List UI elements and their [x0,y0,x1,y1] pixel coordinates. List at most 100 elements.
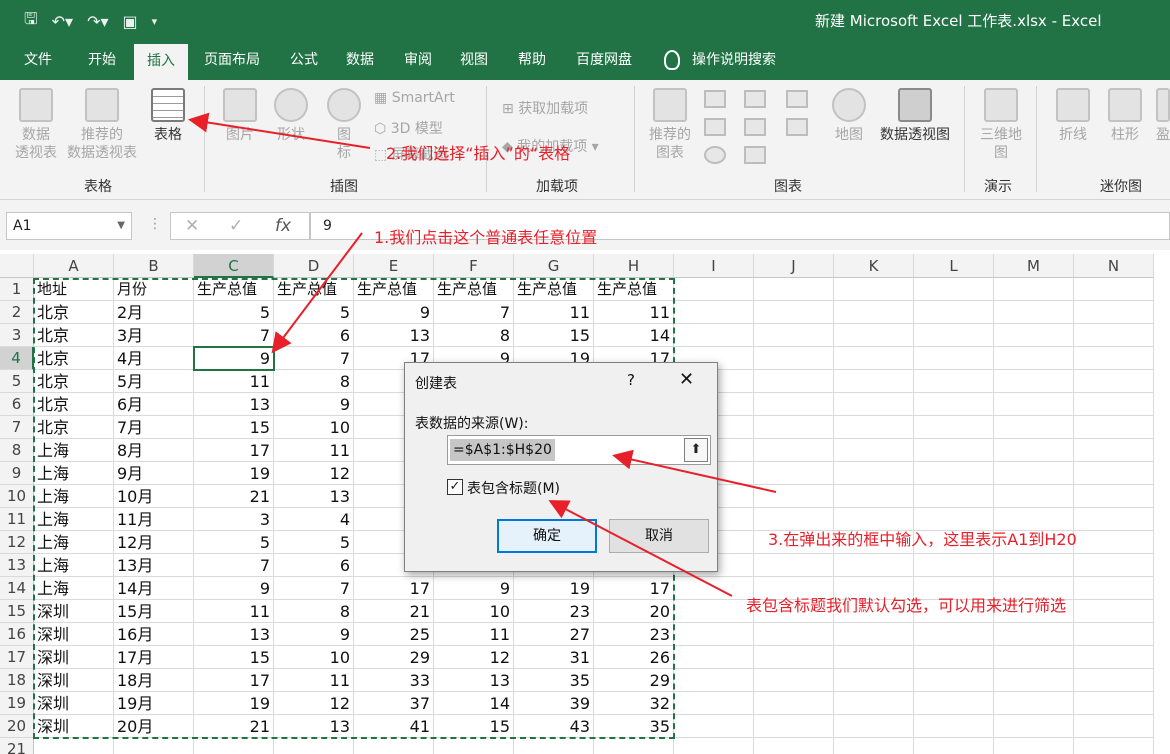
cell-n3[interactable] [1074,324,1154,347]
tab-help[interactable]: 帮助 [506,40,558,80]
cell-k17[interactable] [834,646,914,669]
cell-c8[interactable]: 17 [194,439,274,462]
cell-d15[interactable]: 8 [274,600,354,623]
camera-icon[interactable]: ▣ [123,12,138,31]
cell-h21[interactable] [594,738,674,754]
tab-formulas[interactable]: 公式 [278,40,330,80]
row-header-6[interactable]: 6 [0,393,34,416]
cell-m4[interactable] [994,347,1074,370]
cell-m19[interactable] [994,692,1074,715]
row-header-3[interactable]: 3 [0,324,34,347]
cell-d9[interactable]: 12 [274,462,354,485]
cell-j21[interactable] [754,738,834,754]
column-header-f[interactable]: F [434,254,514,278]
cell-h17[interactable]: 26 [594,646,674,669]
cell-j20[interactable] [754,715,834,738]
cell-h16[interactable]: 23 [594,623,674,646]
cell-m9[interactable] [994,462,1074,485]
row-header-5[interactable]: 5 [0,370,34,393]
cell-m16[interactable] [994,623,1074,646]
cell-a8[interactable]: 上海 [34,439,114,462]
row-header-7[interactable]: 7 [0,416,34,439]
cell-g2[interactable]: 11 [514,301,594,324]
3d-map-button[interactable]: 三维地 图 [974,88,1028,162]
sparkline-column-button[interactable]: 柱形 [1102,88,1148,144]
cell-n10[interactable] [1074,485,1154,508]
get-addins-button[interactable]: ⊞ 获取加载项 [502,98,588,118]
cell-h15[interactable]: 20 [594,600,674,623]
tab-view[interactable]: 视图 [448,40,500,80]
sparkline-line-button[interactable]: 折线 [1050,88,1096,144]
cell-m20[interactable] [994,715,1074,738]
cell-l20[interactable] [914,715,994,738]
cell-b20[interactable]: 20月 [114,715,194,738]
cell-m6[interactable] [994,393,1074,416]
undo-icon[interactable]: ↶▾ [52,12,73,31]
cell-l3[interactable] [914,324,994,347]
shapes-button[interactable]: 形状 [268,88,314,144]
row-header-4[interactable]: 4 [0,347,34,370]
cell-j7[interactable] [754,416,834,439]
cell-a14[interactable]: 上海 [34,577,114,600]
cell-n14[interactable] [1074,577,1154,600]
column-header-k[interactable]: K [834,254,914,278]
cell-n6[interactable] [1074,393,1154,416]
row-header-20[interactable]: 20 [0,715,34,738]
cell-l9[interactable] [914,462,994,485]
column-header-h[interactable]: H [594,254,674,278]
cell-m10[interactable] [994,485,1074,508]
cancel-icon[interactable]: ✕ [185,216,199,236]
cell-j18[interactable] [754,669,834,692]
cell-n5[interactable] [1074,370,1154,393]
cell-c5[interactable]: 11 [194,370,274,393]
cell-f19[interactable]: 14 [434,692,514,715]
cell-h2[interactable]: 11 [594,301,674,324]
tab-baidu-netdisk[interactable]: 百度网盘 [562,40,646,80]
cell-g15[interactable]: 23 [514,600,594,623]
cell-b17[interactable]: 17月 [114,646,194,669]
cell-l18[interactable] [914,669,994,692]
cell-c21[interactable] [194,738,274,754]
cell-l19[interactable] [914,692,994,715]
cell-d10[interactable]: 13 [274,485,354,508]
select-all-corner[interactable] [0,254,34,278]
cell-h14[interactable]: 17 [594,577,674,600]
cell-j5[interactable] [754,370,834,393]
cell-m3[interactable] [994,324,1074,347]
maps-button[interactable]: 地图 [828,88,870,144]
column-header-i[interactable]: I [674,254,754,278]
cell-m17[interactable] [994,646,1074,669]
cell-a3[interactable]: 北京 [34,324,114,347]
row-header-8[interactable]: 8 [0,439,34,462]
cell-a5[interactable]: 北京 [34,370,114,393]
cell-h3[interactable]: 14 [594,324,674,347]
cell-d20[interactable]: 13 [274,715,354,738]
cell-a12[interactable]: 上海 [34,531,114,554]
cell-j3[interactable] [754,324,834,347]
cell-g17[interactable]: 31 [514,646,594,669]
cell-m21[interactable] [994,738,1074,754]
cell-i2[interactable] [674,301,754,324]
cell-i21[interactable] [674,738,754,754]
column-header-d[interactable]: D [274,254,354,278]
cell-m2[interactable] [994,301,1074,324]
column-header-b[interactable]: B [114,254,194,278]
cell-e20[interactable]: 41 [354,715,434,738]
close-icon[interactable]: ✕ [679,369,694,390]
cell-j8[interactable] [754,439,834,462]
customize-icon[interactable]: ▾ [152,15,158,28]
cell-a18[interactable]: 深圳 [34,669,114,692]
tab-file[interactable]: 文件 [8,40,68,80]
cell-n20[interactable] [1074,715,1154,738]
cell-h18[interactable]: 29 [594,669,674,692]
cell-l16[interactable] [914,623,994,646]
cell-b18[interactable]: 18月 [114,669,194,692]
cell-a10[interactable]: 上海 [34,485,114,508]
pie-chart-icon[interactable] [704,146,726,164]
cell-k9[interactable] [834,462,914,485]
cell-f20[interactable]: 15 [434,715,514,738]
cell-c7[interactable]: 15 [194,416,274,439]
3d-models-button[interactable]: ⬡ 3D 模型 [374,118,443,138]
cell-d1[interactable]: 生产总值 [274,278,354,301]
cell-d6[interactable]: 9 [274,393,354,416]
